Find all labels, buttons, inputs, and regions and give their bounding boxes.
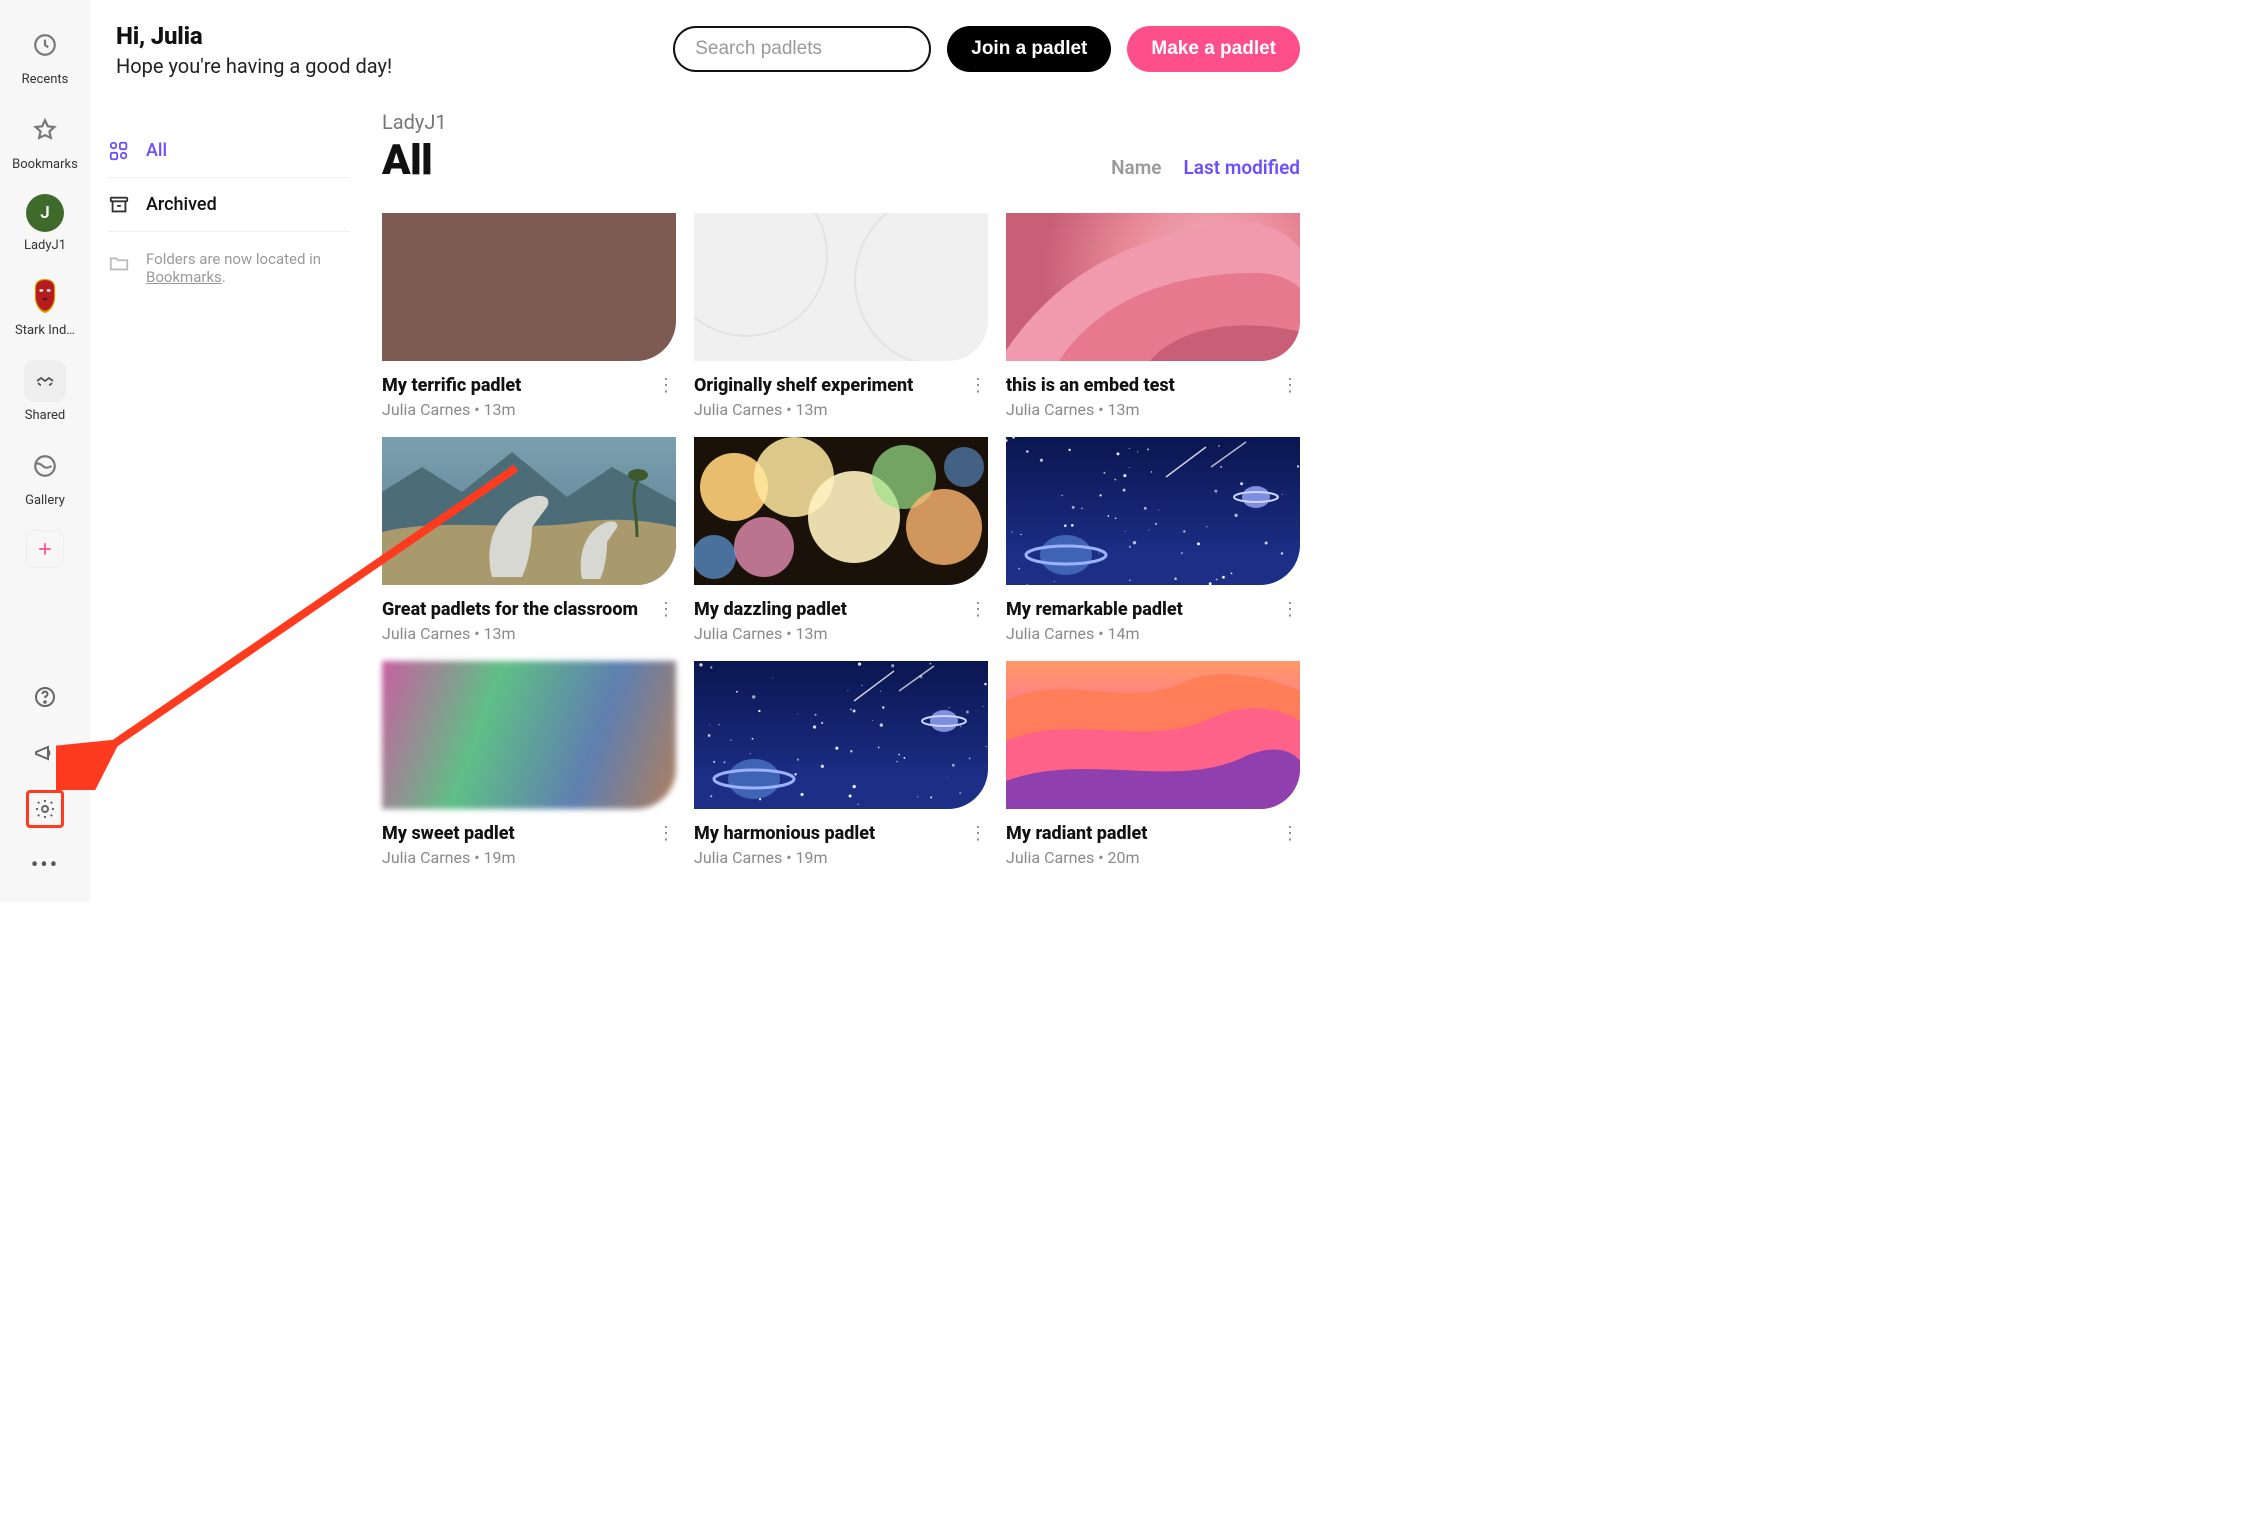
rail-recents[interactable]: Recents	[0, 24, 90, 87]
padlet-meta: Julia Carnes • 13m	[1006, 400, 1300, 419]
padlet-meta: Julia Carnes • 20m	[1006, 848, 1300, 867]
breadcrumb: LadyJ1	[382, 110, 1300, 134]
padlet-card[interactable]: My dazzling padlet ⋮ Julia Carnes • 13m	[694, 437, 988, 643]
announcements-button[interactable]	[26, 734, 64, 772]
main-content: LadyJ1 All Name Last modified My terrifi…	[370, 0, 1328, 902]
card-more-button[interactable]: ⋮	[656, 375, 676, 396]
sort-controls: Name Last modified	[1111, 156, 1300, 179]
globe-icon	[24, 445, 66, 487]
padlet-card[interactable]: My terrific padlet ⋮ Julia Carnes • 13m	[382, 213, 676, 419]
padlet-card[interactable]: My radiant padlet ⋮ Julia Carnes • 20m	[1006, 661, 1300, 867]
rail-workspace-stark[interactable]: Stark Ind…	[0, 275, 90, 338]
ironman-icon	[24, 275, 66, 317]
card-more-button[interactable]: ⋮	[656, 823, 676, 844]
padlet-card[interactable]: My sweet padlet ⋮ Julia Carnes • 19m	[382, 661, 676, 867]
nav2-note-text: Folders are now located in	[146, 250, 321, 268]
nav2-archived[interactable]: Archived	[108, 178, 350, 232]
padlet-thumbnail	[382, 661, 676, 809]
padlet-meta: Julia Carnes • 13m	[694, 400, 988, 419]
card-more-button[interactable]: ⋮	[968, 823, 988, 844]
padlet-thumbnail	[382, 213, 676, 361]
padlet-meta: Julia Carnes • 19m	[382, 848, 676, 867]
nav2-folders-note: Folders are now located in Bookmarks.	[108, 250, 350, 286]
padlet-thumbnail	[1006, 437, 1300, 585]
greeting: Hi, Julia Hope you're having a good day!	[116, 22, 392, 78]
rail-bottom: •••	[0, 678, 90, 902]
padlet-thumbnail	[694, 661, 988, 809]
rail-bookmarks[interactable]: Bookmarks	[0, 109, 90, 172]
rail-ladyj-label: LadyJ1	[24, 238, 66, 253]
rail-gallery[interactable]: Gallery	[0, 445, 90, 508]
sort-name[interactable]: Name	[1111, 156, 1161, 179]
page-title: All	[382, 136, 432, 185]
nav2-note-link[interactable]: Bookmarks	[146, 268, 222, 286]
padlet-thumbnail	[694, 213, 988, 361]
nav2-all[interactable]: All	[108, 124, 350, 178]
nav2-archived-label: Archived	[146, 194, 217, 215]
padlet-grid: My terrific padlet ⋮ Julia Carnes • 13m …	[382, 213, 1300, 867]
padlet-thumbnail	[1006, 661, 1300, 809]
rail-gallery-label: Gallery	[25, 493, 65, 508]
rail-bookmarks-label: Bookmarks	[12, 157, 78, 172]
avatar: J	[26, 194, 64, 232]
rail-recents-label: Recents	[22, 72, 69, 87]
padlet-title: My terrific padlet	[382, 375, 656, 396]
help-button[interactable]	[26, 678, 64, 716]
padlet-title: Originally shelf experiment	[694, 375, 968, 396]
grid-icon	[108, 140, 130, 162]
greeting-subtitle: Hope you're having a good day!	[116, 54, 392, 78]
padlet-meta: Julia Carnes • 13m	[382, 624, 676, 643]
padlet-title: My harmonious padlet	[694, 823, 968, 844]
sort-modified[interactable]: Last modified	[1183, 156, 1300, 179]
padlet-meta: Julia Carnes • 13m	[382, 400, 676, 419]
padlet-card[interactable]: Originally shelf experiment ⋮ Julia Carn…	[694, 213, 988, 419]
padlet-meta: Julia Carnes • 13m	[694, 624, 988, 643]
rail-shared-label: Shared	[25, 408, 65, 423]
padlet-title: My remarkable padlet	[1006, 599, 1280, 620]
greeting-title: Hi, Julia	[116, 22, 392, 50]
padlet-title: My radiant padlet	[1006, 823, 1280, 844]
folder-icon	[108, 252, 130, 274]
padlet-card[interactable]: this is an embed test ⋮ Julia Carnes • 1…	[1006, 213, 1300, 419]
gear-icon	[33, 797, 57, 821]
add-workspace-button[interactable]	[26, 530, 64, 568]
padlet-card[interactable]: My remarkable padlet ⋮ Julia Carnes • 14…	[1006, 437, 1300, 643]
star-icon	[24, 109, 66, 151]
more-button[interactable]: •••	[26, 846, 64, 884]
settings-button[interactable]	[26, 790, 64, 828]
handshake-icon	[24, 360, 66, 402]
nav2-all-label: All	[146, 140, 167, 161]
card-more-button[interactable]: ⋮	[1280, 823, 1300, 844]
padlet-title: this is an embed test	[1006, 375, 1280, 396]
left-rail: Recents Bookmarks J LadyJ1 Stark Ind… Sh…	[0, 0, 90, 902]
secondary-nav: All Archived Folders are now located in …	[90, 100, 370, 902]
card-more-button[interactable]: ⋮	[968, 599, 988, 620]
padlet-thumbnail	[382, 437, 676, 585]
rail-shared[interactable]: Shared	[0, 360, 90, 423]
padlet-meta: Julia Carnes • 14m	[1006, 624, 1300, 643]
padlet-thumbnail	[694, 437, 988, 585]
padlet-title: Great padlets for the classroom	[382, 599, 656, 620]
padlet-thumbnail	[1006, 213, 1300, 361]
padlet-card[interactable]: Great padlets for the classroom ⋮ Julia …	[382, 437, 676, 643]
card-more-button[interactable]: ⋮	[656, 599, 676, 620]
archive-icon	[108, 194, 130, 216]
card-more-button[interactable]: ⋮	[1280, 375, 1300, 396]
padlet-card[interactable]: My harmonious padlet ⋮ Julia Carnes • 19…	[694, 661, 988, 867]
padlet-meta: Julia Carnes • 19m	[694, 848, 988, 867]
rail-workspace-ladyj[interactable]: J LadyJ1	[0, 194, 90, 253]
card-more-button[interactable]: ⋮	[1280, 599, 1300, 620]
padlet-title: My dazzling padlet	[694, 599, 968, 620]
padlet-title: My sweet padlet	[382, 823, 656, 844]
rail-stark-label: Stark Ind…	[9, 323, 81, 338]
clock-icon	[24, 24, 66, 66]
card-more-button[interactable]: ⋮	[968, 375, 988, 396]
